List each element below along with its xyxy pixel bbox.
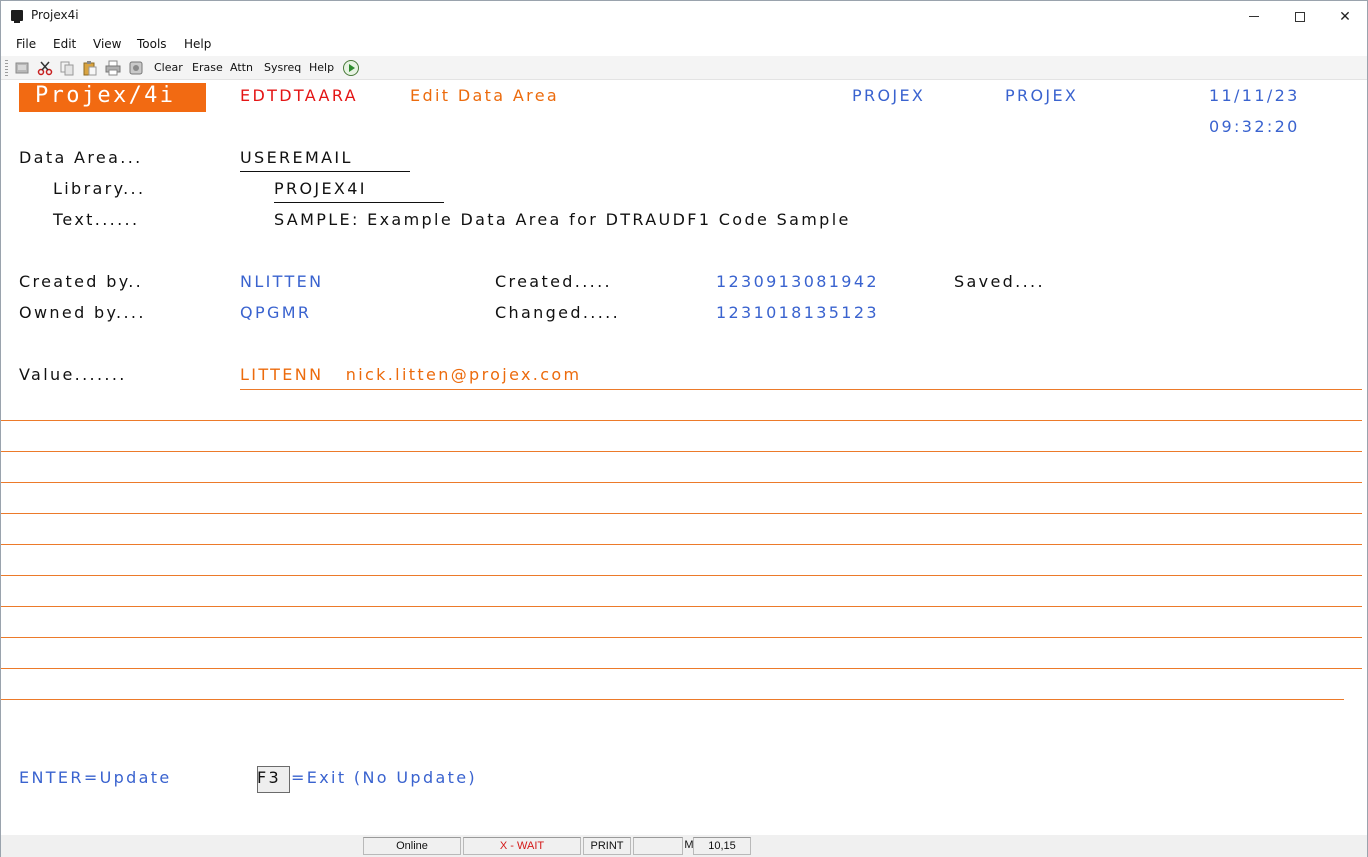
toolbar: Clear Erase Attn Sysreq Help bbox=[1, 56, 1367, 80]
user-name: PROJEX bbox=[1005, 86, 1079, 105]
value-field-line[interactable] bbox=[240, 389, 1362, 390]
created-by-label: Created by.. bbox=[19, 272, 144, 291]
value-field-line[interactable] bbox=[1, 637, 1362, 638]
run-icon[interactable] bbox=[343, 60, 359, 76]
maximize-icon bbox=[1295, 11, 1305, 22]
disconnect-icon[interactable] bbox=[14, 60, 30, 76]
value-field-line[interactable] bbox=[1, 668, 1362, 669]
library-label: Library... bbox=[53, 179, 146, 198]
status-cursor-position: 10,15 bbox=[693, 837, 751, 855]
value-field-line[interactable] bbox=[1, 575, 1362, 576]
sysreq-button[interactable]: Sysreq bbox=[264, 61, 301, 74]
saved-label: Saved.... bbox=[954, 272, 1045, 291]
settings-icon[interactable] bbox=[128, 60, 144, 76]
enter-update-key[interactable]: ENTER=Update bbox=[19, 765, 172, 791]
created-by-value: NLITTEN bbox=[240, 272, 324, 291]
status-empty bbox=[633, 837, 683, 855]
menu-tools[interactable]: Tools bbox=[137, 37, 167, 51]
minimize-icon bbox=[1249, 16, 1259, 17]
window-title: Projex4i bbox=[31, 8, 79, 22]
screen-time: 09:32:20 bbox=[1209, 117, 1300, 136]
erase-button[interactable]: Erase bbox=[192, 61, 223, 74]
data-area-underline bbox=[240, 171, 410, 172]
f3-exit-label[interactable]: =Exit (No Update) bbox=[291, 765, 477, 791]
close-button[interactable]: ✕ bbox=[1322, 1, 1368, 32]
menu-file[interactable]: File bbox=[16, 37, 36, 51]
program-name: EDTDTAARA bbox=[240, 86, 358, 105]
status-online: Online bbox=[363, 837, 461, 855]
created-label: Created..... bbox=[495, 272, 612, 291]
title-bar: Projex4i ✕ bbox=[1, 1, 1367, 32]
terminal-app-icon bbox=[11, 10, 23, 23]
value-field-line[interactable] bbox=[1, 544, 1362, 545]
logo-text: Projex/4i bbox=[35, 83, 176, 108]
terminal-screen[interactable] bbox=[1, 81, 1367, 833]
text-label: Text...... bbox=[53, 210, 140, 229]
menu-edit[interactable]: Edit bbox=[53, 37, 76, 51]
text-value: SAMPLE: Example Data Area for DTRAUDF1 C… bbox=[274, 210, 851, 229]
library-input[interactable]: PROJEX4I bbox=[274, 176, 367, 202]
changed-value: 1231018135123 bbox=[716, 303, 879, 322]
menu-help[interactable]: Help bbox=[184, 37, 211, 51]
created-value: 1230913081942 bbox=[716, 272, 879, 291]
help-button[interactable]: Help bbox=[309, 61, 334, 74]
value-field-line[interactable] bbox=[1, 699, 1344, 700]
screen-title: Edit Data Area bbox=[410, 86, 560, 105]
clear-button[interactable]: Clear bbox=[154, 61, 183, 74]
maximize-button[interactable] bbox=[1277, 1, 1323, 32]
menu-bar: File Edit View Tools Help bbox=[1, 33, 1367, 55]
menu-view[interactable]: View bbox=[93, 37, 121, 51]
changed-label: Changed..... bbox=[495, 303, 621, 322]
owned-by-label: Owned by.... bbox=[19, 303, 146, 322]
value-field-line[interactable] bbox=[1, 420, 1362, 421]
value-input[interactable]: LITTENN nick.litten@projex.com bbox=[240, 362, 581, 388]
toolbar-grip[interactable] bbox=[5, 60, 8, 76]
f3-key[interactable]: F3 bbox=[257, 765, 281, 791]
value-field-line[interactable] bbox=[1, 606, 1362, 607]
copy-icon[interactable] bbox=[59, 60, 75, 76]
value-field-line[interactable] bbox=[1, 513, 1362, 514]
screen-date: 11/11/23 bbox=[1209, 86, 1300, 105]
system-name: PROJEX bbox=[852, 86, 926, 105]
data-area-input[interactable]: USEREMAIL bbox=[240, 145, 353, 171]
attn-button[interactable]: Attn bbox=[230, 61, 253, 74]
value-field-line[interactable] bbox=[1, 482, 1362, 483]
value-field-line[interactable] bbox=[1, 451, 1362, 452]
data-area-label: Data Area... bbox=[19, 148, 143, 167]
status-print: PRINT bbox=[583, 837, 631, 855]
library-underline bbox=[274, 202, 444, 203]
print-icon[interactable] bbox=[105, 60, 121, 76]
cut-icon[interactable] bbox=[37, 60, 53, 76]
status-bar: Online X - WAIT PRINT M 10,15 bbox=[1, 835, 1367, 857]
close-icon: ✕ bbox=[1339, 8, 1351, 25]
owned-by-value: QPGMR bbox=[240, 303, 312, 322]
minimize-button[interactable] bbox=[1231, 1, 1277, 32]
app-window: Projex4i ✕ File Edit View Tools Help Cle… bbox=[0, 0, 1368, 857]
status-wait: X - WAIT bbox=[463, 837, 581, 855]
paste-icon[interactable] bbox=[82, 60, 98, 76]
value-label: Value....... bbox=[19, 365, 127, 384]
